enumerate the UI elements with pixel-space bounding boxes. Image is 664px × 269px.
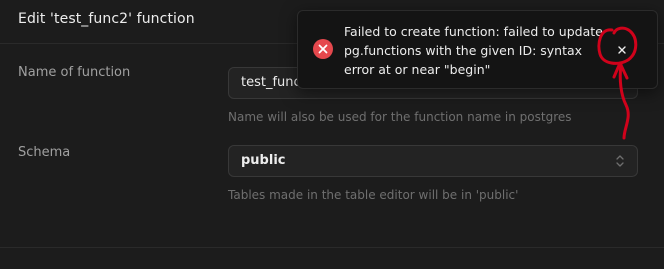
edit-function-panel: Edit 'test_func2' function Name of funct… (0, 0, 664, 269)
name-field-label: Name of function (18, 65, 131, 80)
function-name-hint: Name will also be used for the function … (228, 110, 572, 124)
toast-message: Failed to create function: failed to upd… (344, 24, 603, 77)
divider (0, 247, 664, 248)
schema-field-label: Schema (18, 145, 71, 160)
panel-title: Edit 'test_func2' function (18, 11, 195, 27)
error-circle-icon (313, 39, 333, 59)
close-icon[interactable] (614, 42, 630, 58)
function-name-value: test_func (241, 75, 301, 90)
schema-select-value: public (241, 153, 286, 168)
schema-hint: Tables made in the table editor will be … (228, 188, 519, 202)
chevron-up-down-icon (616, 155, 624, 167)
error-toast: Failed to create function: failed to upd… (297, 10, 658, 89)
schema-select[interactable]: public (228, 145, 638, 177)
